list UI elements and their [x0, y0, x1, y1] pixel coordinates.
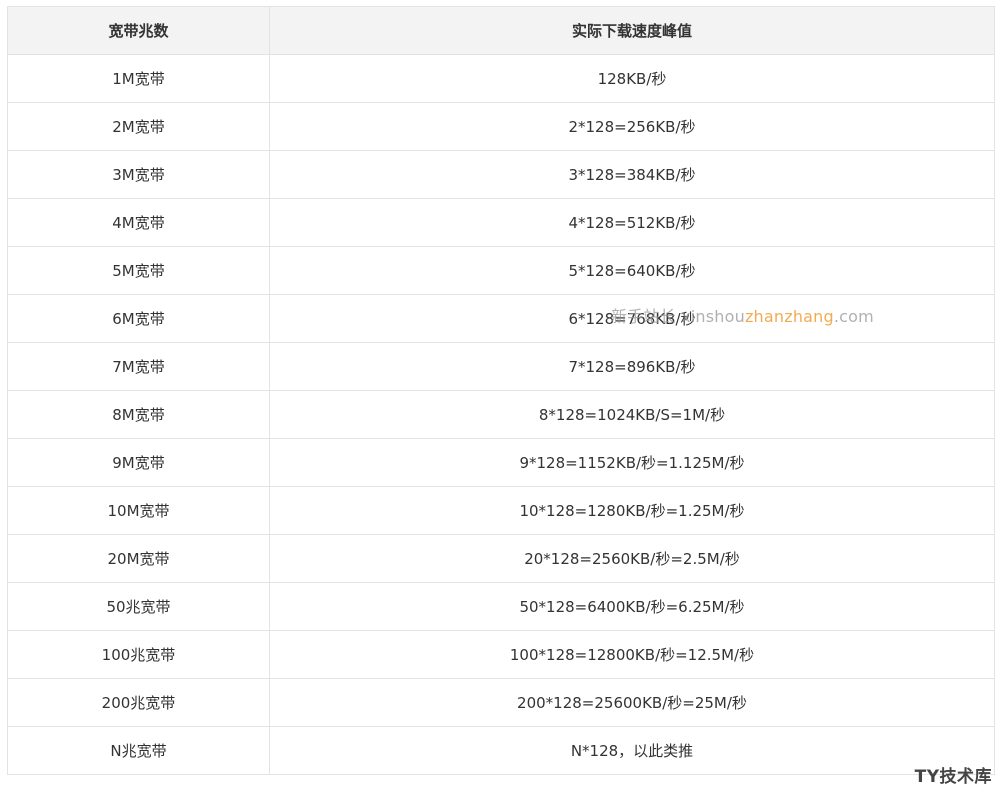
cell-bandwidth: 1M宽带: [7, 54, 270, 103]
cell-peak-speed: 50*128=6400KB/秒=6.25M/秒: [269, 582, 995, 631]
cell-peak-speed: 6*128=768KB/秒: [269, 294, 995, 343]
table-row: 8M宽带 8*128=1024KB/S=1M/秒: [7, 390, 995, 439]
table-row: 200兆宽带 200*128=25600KB/秒=25M/秒: [7, 678, 995, 727]
table-row: 100兆宽带 100*128=12800KB/秒=12.5M/秒: [7, 630, 995, 679]
cell-bandwidth: 50兆宽带: [7, 582, 270, 631]
cell-bandwidth: 8M宽带: [7, 390, 270, 439]
cell-peak-speed: 4*128=512KB/秒: [269, 198, 995, 247]
cell-peak-speed: 7*128=896KB/秒: [269, 342, 995, 391]
cell-peak-speed: 5*128=640KB/秒: [269, 246, 995, 295]
cell-peak-speed: 200*128=25600KB/秒=25M/秒: [269, 678, 995, 727]
header-peak-speed: 实际下载速度峰值: [269, 6, 995, 55]
table-row: 20M宽带 20*128=2560KB/秒=2.5M/秒: [7, 534, 995, 583]
header-row: 宽带兆数 实际下载速度峰值: [7, 6, 995, 55]
cell-peak-speed: 8*128=1024KB/S=1M/秒: [269, 390, 995, 439]
table-row: 9M宽带 9*128=1152KB/秒=1.125M/秒: [7, 438, 995, 487]
cell-peak-speed: 128KB/秒: [269, 54, 995, 103]
cell-bandwidth: 7M宽带: [7, 342, 270, 391]
page: 宽带兆数 实际下载速度峰值 1M宽带 128KB/秒 2M宽带 2*128=256KB…: [0, 0, 1000, 795]
cell-bandwidth: 9M宽带: [7, 438, 270, 487]
cell-peak-speed: 3*128=384KB/秒: [269, 150, 995, 199]
table-header: 宽带兆数 实际下载速度峰值: [7, 6, 995, 55]
cell-bandwidth: 3M宽带: [7, 150, 270, 199]
cell-bandwidth: 5M宽带: [7, 246, 270, 295]
cell-peak-speed: 20*128=2560KB/秒=2.5M/秒: [269, 534, 995, 583]
cell-bandwidth: 2M宽带: [7, 102, 270, 151]
table-row: 3M宽带 3*128=384KB/秒: [7, 150, 995, 199]
table-row: 5M宽带 5*128=640KB/秒: [7, 246, 995, 295]
cell-peak-speed: 100*128=12800KB/秒=12.5M/秒: [269, 630, 995, 679]
table-row: 50兆宽带 50*128=6400KB/秒=6.25M/秒: [7, 582, 995, 631]
cell-bandwidth: 10M宽带: [7, 486, 270, 535]
cell-peak-speed: 2*128=256KB/秒: [269, 102, 995, 151]
table-row: 2M宽带 2*128=256KB/秒: [7, 102, 995, 151]
corner-logo: TY技术库: [914, 767, 992, 787]
cell-peak-speed: N*128，以此类推: [269, 726, 995, 775]
bandwidth-speed-table: 宽带兆数 实际下载速度峰值 1M宽带 128KB/秒 2M宽带 2*128=256KB…: [7, 6, 995, 775]
table-row: 4M宽带 4*128=512KB/秒: [7, 198, 995, 247]
table-body: 1M宽带 128KB/秒 2M宽带 2*128=256KB/秒 3M宽带 3*128=38…: [7, 54, 995, 775]
table-row: 6M宽带 6*128=768KB/秒: [7, 294, 995, 343]
cell-bandwidth: N兆宽带: [7, 726, 270, 775]
cell-bandwidth: 20M宽带: [7, 534, 270, 583]
cell-bandwidth: 6M宽带: [7, 294, 270, 343]
header-bandwidth: 宽带兆数: [7, 6, 270, 55]
cell-peak-speed: 10*128=1280KB/秒=1.25M/秒: [269, 486, 995, 535]
table-row: 7M宽带 7*128=896KB/秒: [7, 342, 995, 391]
cell-bandwidth: 200兆宽带: [7, 678, 270, 727]
table-row: N兆宽带 N*128，以此类推: [7, 726, 995, 775]
table-row: 1M宽带 128KB/秒: [7, 54, 995, 103]
cell-peak-speed: 9*128=1152KB/秒=1.125M/秒: [269, 438, 995, 487]
cell-bandwidth: 4M宽带: [7, 198, 270, 247]
cell-bandwidth: 100兆宽带: [7, 630, 270, 679]
table-row: 10M宽带 10*128=1280KB/秒=1.25M/秒: [7, 486, 995, 535]
